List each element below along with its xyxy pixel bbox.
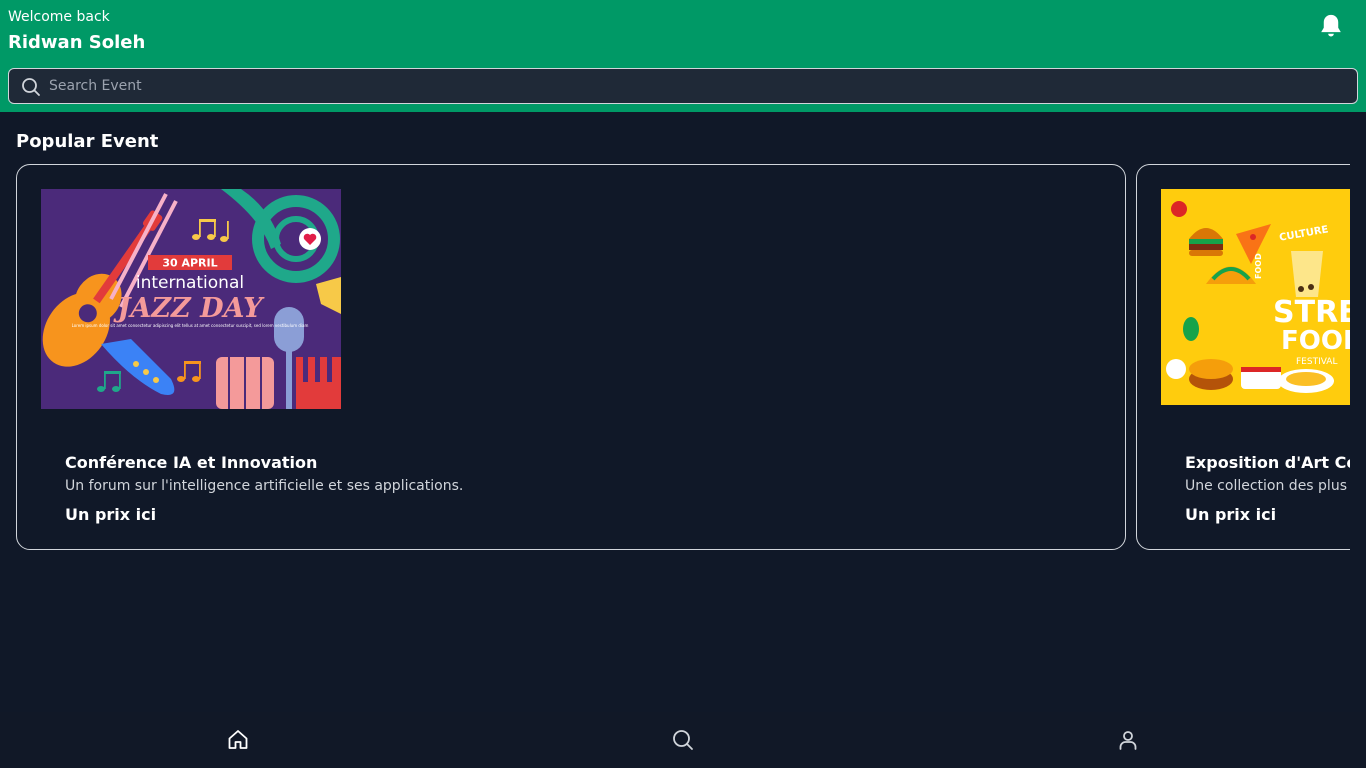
event-image-line1: STREE — [1273, 295, 1350, 330]
event-image-banner: 30 APRIL — [162, 257, 217, 270]
event-image-small-text: Lorem ipsum dolor sit amet consectetur a… — [72, 323, 309, 328]
event-image-line1: international — [136, 273, 244, 293]
event-image: 30 APRIL international JAZZ DAY Lorem ip… — [41, 189, 341, 409]
event-image-side-word: FOOD — [1254, 253, 1263, 279]
event-title: Conférence IA et Innovation — [65, 453, 318, 472]
bottom-nav — [0, 712, 1366, 768]
event-description: Un forum sur l'intelligence artificielle… — [65, 478, 464, 494]
event-image-line3: FESTIVAL — [1296, 357, 1337, 367]
bell-icon[interactable] — [1317, 12, 1345, 40]
event-price: Un prix ici — [65, 505, 157, 524]
event-title: Exposition d'Art Cont — [1185, 453, 1350, 472]
event-image-line2: FOOD — [1281, 326, 1350, 356]
search-icon — [21, 77, 41, 97]
event-image-line2: JAZZ DAY — [113, 293, 266, 324]
section-title: Popular Event — [16, 131, 159, 152]
user-icon[interactable] — [1116, 728, 1140, 752]
search-icon[interactable] — [671, 728, 695, 752]
event-carousel[interactable]: 30 APRIL international JAZZ DAY Lorem ip… — [16, 164, 1350, 552]
event-description: Une collection des plus be — [1185, 478, 1350, 494]
user-name: Ridwan Soleh — [8, 32, 146, 53]
event-card[interactable]: 30 APRIL international JAZZ DAY Lorem ip… — [16, 164, 1126, 550]
home-icon[interactable] — [226, 728, 250, 752]
event-image: STREE FOOD FESTIVAL CULTURE FOOD — [1161, 189, 1350, 409]
app-header: Welcome back Ridwan Soleh — [0, 0, 1366, 112]
event-price: Un prix ici — [1185, 505, 1277, 524]
search-input[interactable] — [49, 69, 1339, 103]
search-bar — [8, 68, 1358, 104]
event-card[interactable]: STREE FOOD FESTIVAL CULTURE FOOD Exposit… — [1136, 164, 1350, 550]
welcome-text: Welcome back — [8, 9, 110, 25]
